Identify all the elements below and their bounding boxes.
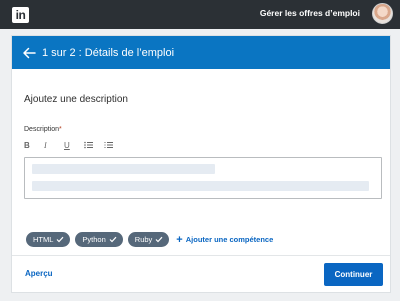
plus-icon: + — [176, 233, 183, 246]
italic-button[interactable]: I — [44, 139, 64, 151]
add-skill-label: Ajouter une compétence — [185, 235, 274, 244]
top-navigation-bar: in Gérer les offres d’emploi — [0, 0, 400, 29]
step-title: 1 sur 2 : Détails de l’emploi — [42, 46, 175, 59]
skill-pill-python[interactable]: Python — [75, 232, 123, 247]
continue-button[interactable]: Continuer — [324, 263, 383, 286]
check-icon — [56, 236, 64, 243]
skill-label: Python — [82, 235, 106, 244]
footer-divider — [12, 255, 390, 256]
manage-jobs-link[interactable]: Gérer les offres d’emploi — [260, 8, 360, 18]
required-mark: * — [59, 126, 62, 133]
description-label: Description* — [24, 126, 62, 133]
skill-label: HTML — [33, 235, 54, 244]
numbered-list-icon[interactable] — [104, 139, 124, 151]
skill-pill-ruby[interactable]: Ruby — [127, 232, 170, 247]
description-label-text: Description — [24, 126, 60, 133]
skills-list: HTML Python Ruby + Ajouter une compétenc… — [26, 232, 273, 247]
skill-pill-html[interactable]: HTML — [26, 232, 71, 247]
loading-placeholder-line — [32, 181, 369, 191]
add-skill-button[interactable]: + Ajouter une compétence — [176, 233, 274, 246]
section-title: Ajoutez une description — [24, 94, 128, 105]
arrow-left-icon[interactable] — [22, 46, 36, 60]
user-avatar[interactable] — [372, 3, 393, 24]
formatting-toolbar: B I U — [24, 139, 124, 151]
preview-link[interactable]: Aperçu — [25, 269, 53, 278]
job-details-card: 1 sur 2 : Détails de l’emploi Ajoutez un… — [12, 36, 390, 292]
underline-button[interactable]: U — [64, 139, 84, 151]
check-icon — [155, 236, 163, 243]
description-editor[interactable] — [24, 157, 382, 199]
linkedin-logo[interactable]: in — [12, 7, 29, 23]
loading-placeholder-line — [32, 164, 215, 174]
bold-button[interactable]: B — [24, 139, 44, 151]
bulleted-list-icon[interactable] — [84, 139, 104, 151]
card-header: 1 sur 2 : Détails de l’emploi — [12, 36, 390, 69]
check-icon — [109, 236, 117, 243]
skill-label: Ruby — [134, 235, 153, 244]
